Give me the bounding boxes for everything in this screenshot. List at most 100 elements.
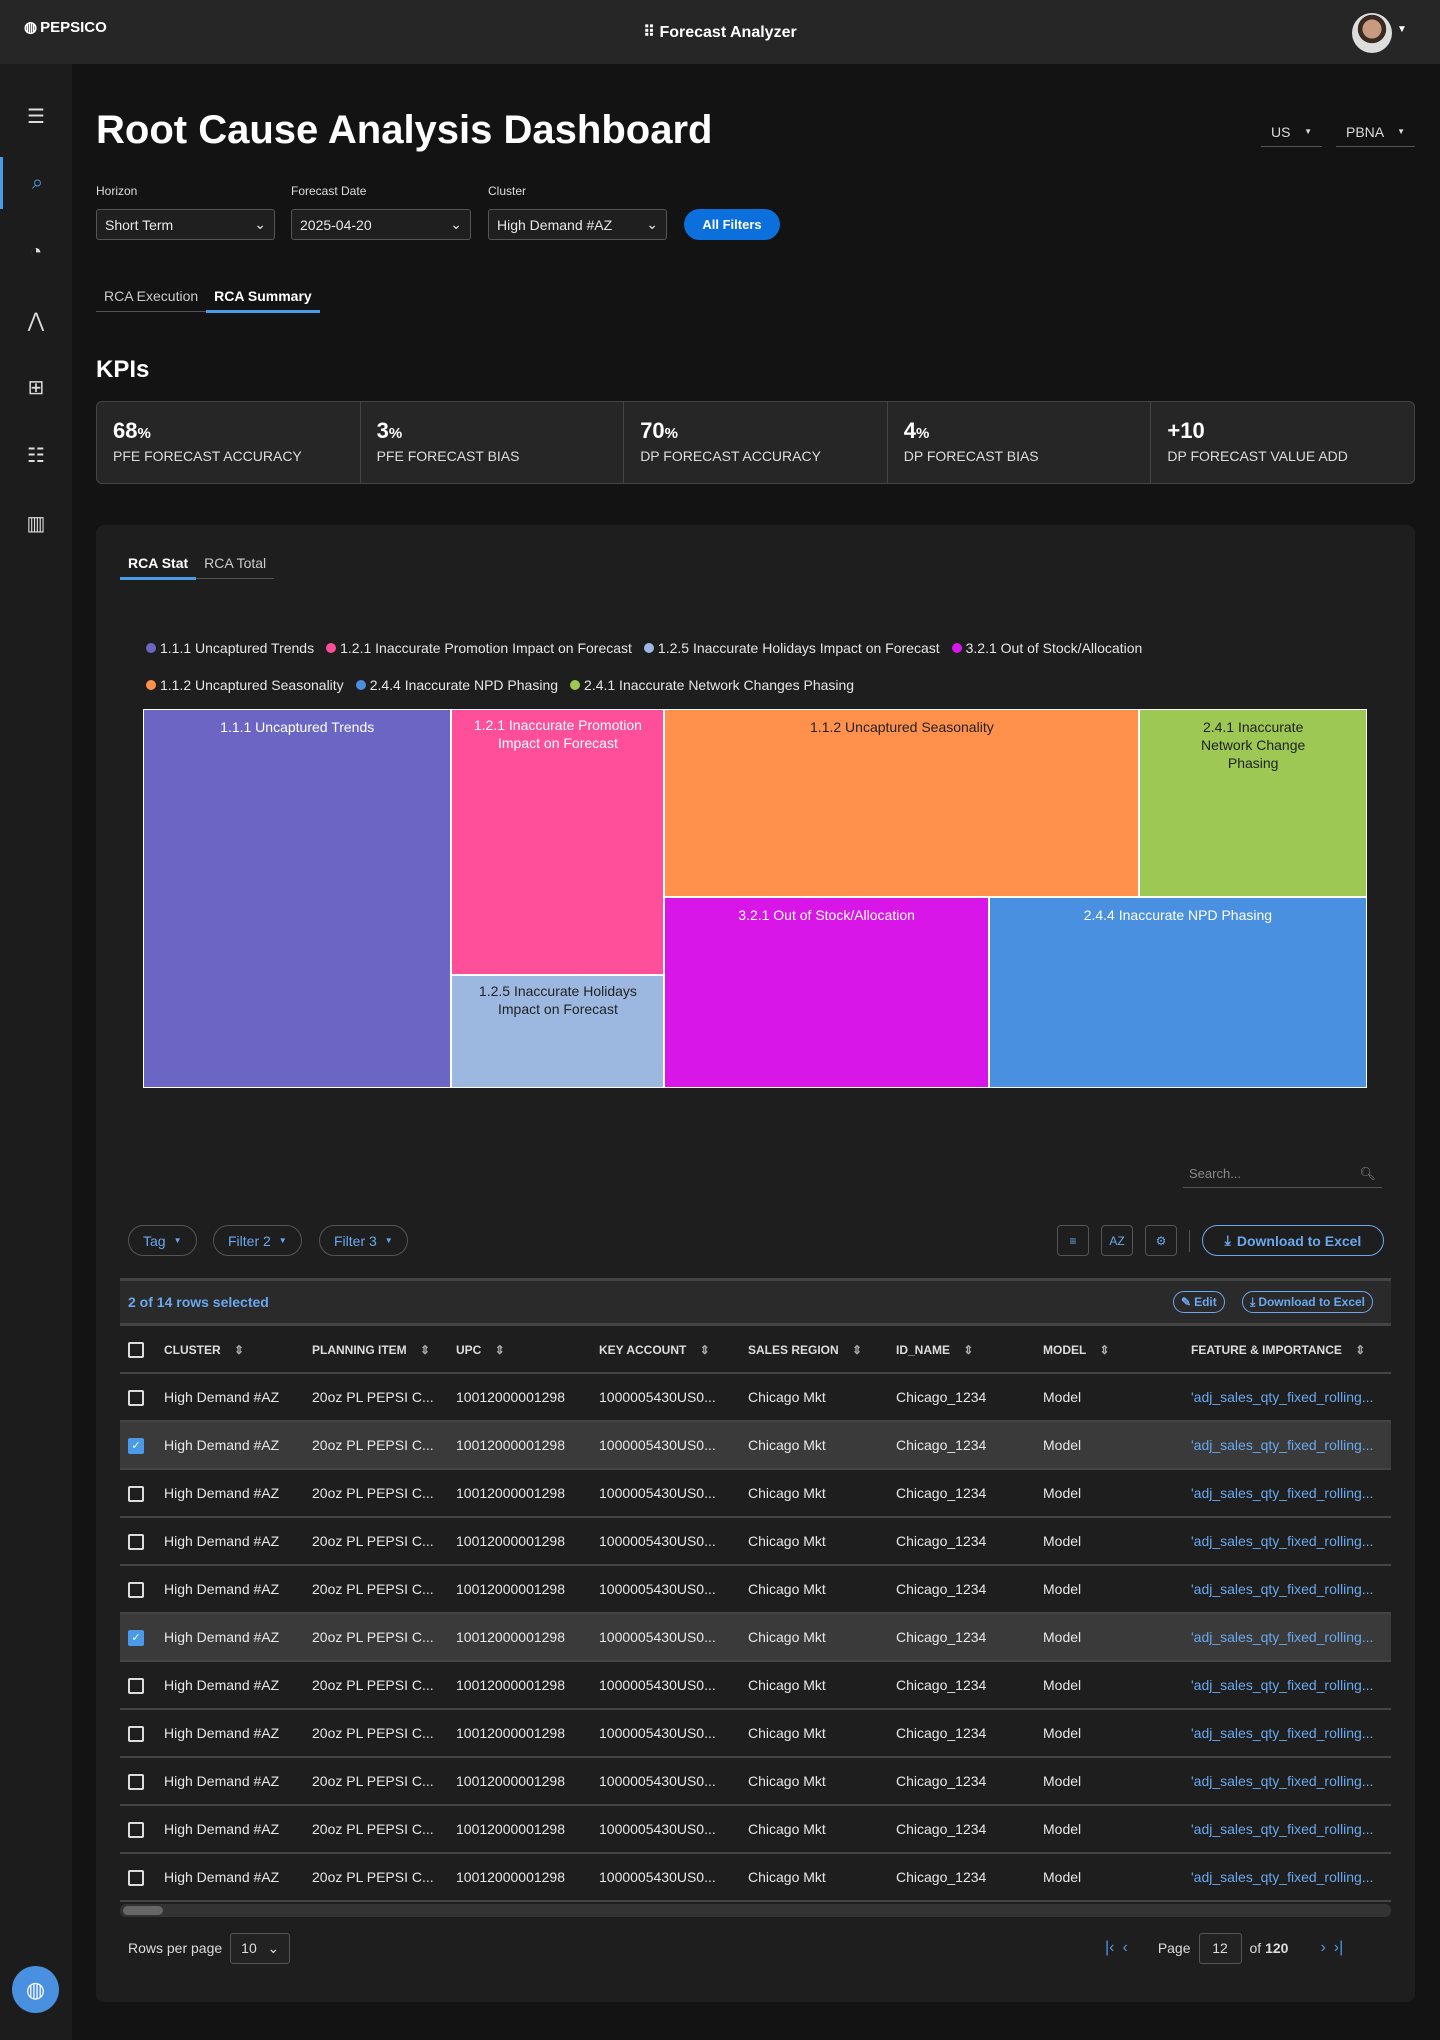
table-cell[interactable]: 'adj_sales_qty_fixed_rolling... (1191, 1725, 1373, 1741)
legend-item[interactable]: 3.2.1 Out of Stock/Allocation (951, 640, 1142, 656)
column-header[interactable]: KEY ACCOUNT ⇕ (599, 1343, 710, 1357)
table-cell: High Demand #AZ (164, 1437, 280, 1453)
table-cell: Model (1043, 1437, 1082, 1453)
table-row[interactable]: High Demand #AZ 20oz PL PEPSI C... 1001200… (120, 1470, 1391, 1518)
first-page-icon[interactable]: |‹ (1105, 1939, 1114, 1957)
row-checkbox[interactable] (128, 1822, 144, 1838)
avatar[interactable] (1352, 13, 1392, 53)
row-checkbox[interactable] (128, 1582, 144, 1598)
table-row[interactable]: High Demand #AZ 20oz PL PEPSI C... 1001200… (120, 1566, 1391, 1614)
table-cell[interactable]: 'adj_sales_qty_fixed_rolling... (1191, 1869, 1373, 1885)
legend-item[interactable]: 1.2.1 Inaccurate Promotion Impact on For… (326, 640, 632, 656)
table-row[interactable]: High Demand #AZ 20oz PL PEPSI C... 1001200… (120, 1518, 1391, 1566)
column-header[interactable]: ID_NAME ⇕ (896, 1343, 973, 1357)
filter-3-chip[interactable]: Filter 3 ▼ (319, 1225, 408, 1256)
table-cell[interactable]: 'adj_sales_qty_fixed_rolling... (1191, 1629, 1373, 1645)
table-cell: High Demand #AZ (164, 1533, 280, 1549)
row-checkbox[interactable] (128, 1774, 144, 1790)
gauge-icon[interactable]: ◔ (0, 226, 72, 278)
treemap-node[interactable]: 1.2.5 Inaccurate Holidays Impact on Fore… (451, 975, 665, 1088)
table-row[interactable]: ✓ High Demand #AZ 20oz PL PEPSI C... 100120… (120, 1614, 1391, 1662)
tab-rca-summary[interactable]: RCA Summary (206, 288, 320, 313)
page-input[interactable]: 12 (1198, 1932, 1242, 1964)
row-checkbox[interactable]: ✓ (128, 1630, 144, 1646)
last-page-icon[interactable]: ›| (1334, 1939, 1343, 1957)
table-cell[interactable]: 'adj_sales_qty_fixed_rolling... (1191, 1389, 1373, 1405)
row-checkbox[interactable] (128, 1486, 144, 1502)
table-cell: 10012000001298 (456, 1389, 566, 1405)
table-cell: Model (1043, 1389, 1082, 1405)
mountain-chart-icon[interactable]: ⋀ (0, 294, 72, 346)
column-header[interactable]: FEATURE & IMPORTANCE ⇕ (1191, 1343, 1365, 1357)
menu-icon[interactable]: ☰ (0, 90, 72, 142)
table-cell[interactable]: 'adj_sales_qty_fixed_rolling... (1191, 1821, 1373, 1837)
table-row[interactable]: High Demand #AZ 20oz PL PEPSI C... 1001200… (120, 1854, 1391, 1902)
table-cell[interactable]: 'adj_sales_qty_fixed_rolling... (1191, 1485, 1373, 1501)
next-page-icon[interactable]: › (1320, 1939, 1325, 1957)
scrollbar-thumb[interactable] (123, 1906, 163, 1915)
download-excel-button[interactable]: ⤓ Download to Excel (1202, 1225, 1384, 1256)
table-row[interactable]: High Demand #AZ 20oz PL PEPSI C... 1001200… (120, 1374, 1391, 1422)
checklist-icon[interactable]: ☷ (0, 429, 72, 481)
bar-chart-icon[interactable]: ▥ (0, 497, 72, 549)
prev-page-icon[interactable]: ‹ (1122, 1939, 1127, 1957)
forecast-date-select[interactable]: 2025-04-20 ⌄ (291, 209, 471, 240)
legend-item[interactable]: 1.2.5 Inaccurate Holidays Impact on Fore… (643, 640, 940, 656)
legend-item[interactable]: 2.4.4 Inaccurate NPD Phasing (355, 677, 558, 693)
trend-search-icon[interactable]: ⌕ (0, 157, 72, 209)
treemap-node[interactable]: 1.2.1 Inaccurate Promotion Impact on For… (451, 709, 665, 976)
horizontal-scrollbar[interactable] (120, 1904, 1391, 1917)
table-cell[interactable]: 'adj_sales_qty_fixed_rolling... (1191, 1773, 1373, 1789)
treemap-node[interactable]: 2.4.4 Inaccurate NPD Phasing (988, 897, 1367, 1088)
table-cell: 10012000001298 (456, 1869, 566, 1885)
edit-button[interactable]: ✎ Edit (1173, 1291, 1225, 1313)
filter-2-chip[interactable]: Filter 2 ▼ (213, 1225, 302, 1256)
column-header[interactable]: PLANNING ITEM ⇕ (312, 1343, 430, 1357)
column-header[interactable]: CLUSTER ⇕ (164, 1343, 244, 1357)
table-cell[interactable]: 'adj_sales_qty_fixed_rolling... (1191, 1437, 1373, 1453)
table-row[interactable]: High Demand #AZ 20oz PL PEPSI C... 1001200… (120, 1710, 1391, 1758)
row-checkbox[interactable] (128, 1534, 144, 1550)
column-header[interactable]: SALES REGION ⇕ (748, 1343, 862, 1357)
download-excel-small-button[interactable]: ⤓ Download to Excel (1242, 1291, 1373, 1313)
table-row[interactable]: High Demand #AZ 20oz PL PEPSI C... 1001200… (120, 1662, 1391, 1710)
division-select[interactable]: PBNA ▼ (1336, 117, 1415, 147)
treemap-node[interactable]: 3.2.1 Out of Stock/Allocation (664, 897, 989, 1088)
horizon-select[interactable]: Short Term ⌄ (96, 209, 275, 240)
table-cell[interactable]: 'adj_sales_qty_fixed_rolling... (1191, 1581, 1373, 1597)
legend-item[interactable]: 1.1.1 Uncaptured Trends (146, 640, 314, 656)
legend-item[interactable]: 1.1.2 Uncaptured Seasonality (146, 677, 344, 693)
column-header[interactable]: MODEL ⇕ (1043, 1343, 1110, 1357)
legend-item[interactable]: 2.4.1 Inaccurate Network Changes Phasing (570, 677, 854, 693)
tab-rca-execution[interactable]: RCA Execution (96, 288, 206, 313)
treemap-node[interactable]: 1.1.2 Uncaptured Seasonality (664, 709, 1140, 898)
rows-per-page-select[interactable]: 10 ⌄ (230, 1932, 291, 1964)
row-checkbox[interactable] (128, 1390, 144, 1406)
settings-gear-icon[interactable]: ⚙ (1145, 1225, 1177, 1256)
row-checkbox[interactable] (128, 1870, 144, 1886)
row-checkbox[interactable] (128, 1678, 144, 1694)
treemap-node[interactable]: 1.1.1 Uncaptured Trends (143, 709, 452, 1088)
table-row[interactable]: High Demand #AZ 20oz PL PEPSI C... 1001200… (120, 1758, 1391, 1806)
table-row[interactable]: High Demand #AZ 20oz PL PEPSI C... 1001200… (120, 1806, 1391, 1854)
caret-down-icon[interactable]: ▼ (1397, 24, 1407, 35)
globe-assistant-button[interactable]: ◍ (12, 1966, 59, 2013)
all-filters-button[interactable]: All Filters (684, 209, 780, 240)
table-cell[interactable]: 'adj_sales_qty_fixed_rolling... (1191, 1533, 1373, 1549)
treemap-node[interactable]: 2.4.1 Inaccurate Network Change Phasing (1139, 709, 1367, 898)
tab-rca-total[interactable]: RCA Total (196, 555, 274, 580)
table-cell[interactable]: 'adj_sales_qty_fixed_rolling... (1191, 1677, 1373, 1693)
select-all-checkbox[interactable] (128, 1342, 144, 1358)
column-header[interactable]: UPC ⇕ (456, 1343, 505, 1357)
search-input[interactable]: Search... 🔍︎ (1183, 1160, 1382, 1188)
add-chart-icon[interactable]: ⊞ (0, 361, 72, 413)
tag-filter-chip[interactable]: Tag ▼ (128, 1225, 197, 1256)
row-checkbox[interactable]: ✓ (128, 1438, 144, 1454)
region-select[interactable]: US ▼ (1261, 117, 1322, 147)
table-row[interactable]: ✓ High Demand #AZ 20oz PL PEPSI C... 100120… (120, 1422, 1391, 1470)
row-checkbox[interactable] (128, 1726, 144, 1742)
tab-rca-stat[interactable]: RCA Stat (120, 555, 197, 580)
cluster-select[interactable]: High Demand #AZ ⌄ (488, 209, 667, 240)
sort-az-icon[interactable]: AZ (1101, 1225, 1133, 1256)
filter-icon[interactable]: ≡ (1057, 1225, 1089, 1256)
